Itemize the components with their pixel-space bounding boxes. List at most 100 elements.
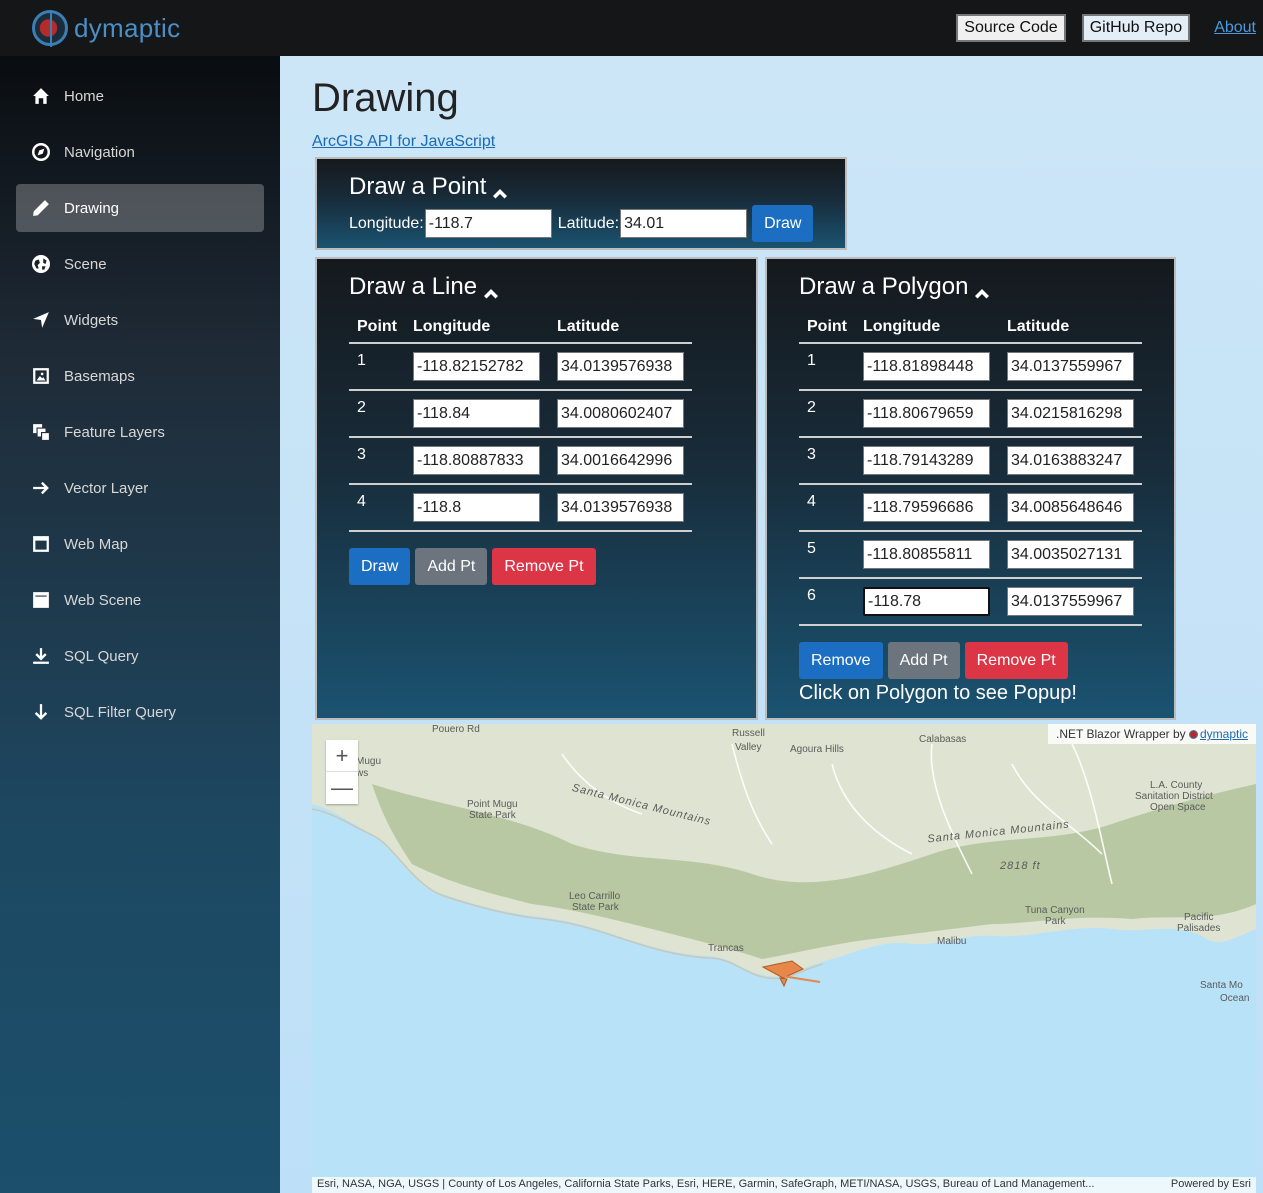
latitude-cell — [999, 578, 1142, 626]
sidebar-item-web-map[interactable]: Web Map — [16, 520, 264, 568]
panel-title-text: Draw a Polygon — [799, 273, 969, 300]
sidebar-item-drawing[interactable]: Drawing — [16, 184, 264, 232]
sidebar-item-label: Basemaps — [64, 367, 135, 385]
line-longitude-input[interactable] — [413, 399, 540, 428]
credit-text: .NET Blazor Wrapper by — [1056, 727, 1189, 741]
point-number: 4 — [349, 484, 405, 532]
zoom-out-button[interactable]: — — [326, 772, 358, 804]
map-label: Malibu — [937, 936, 967, 947]
point-header: Point — [799, 311, 855, 344]
line-latitude-input[interactable] — [557, 352, 684, 381]
table-row: 5 — [799, 531, 1142, 579]
attribution-text: Esri, NASA, NGA, USGS | County of Los An… — [317, 1178, 1095, 1190]
longitude-cell — [405, 390, 549, 438]
line-longitude-input[interactable] — [413, 446, 540, 475]
point-number: 1 — [349, 343, 405, 391]
compass-icon — [32, 143, 50, 161]
sidebar-item-basemaps[interactable]: Basemaps — [16, 352, 264, 400]
map-credit: .NET Blazor Wrapper by dymaptic — [1048, 724, 1256, 744]
sidebar-item-sql-query[interactable]: SQL Query — [16, 632, 264, 680]
table-row: 4 — [349, 484, 692, 532]
longitude-cell — [855, 531, 999, 579]
point-number: 5 — [799, 531, 855, 579]
polygon-longitude-input[interactable] — [863, 540, 990, 569]
polygon-latitude-input[interactable] — [1007, 399, 1134, 428]
latitude-header: Latitude — [549, 311, 692, 344]
sidebar-item-label: Feature Layers — [64, 423, 165, 441]
latitude-cell — [549, 484, 692, 532]
draw-line-button[interactable]: Draw — [349, 548, 411, 585]
line-latitude-input[interactable] — [557, 399, 684, 428]
draw-point-button[interactable]: Draw — [752, 205, 814, 242]
latitude-cell — [999, 390, 1142, 438]
map-label: Park — [1045, 916, 1066, 927]
polygon-longitude-input[interactable] — [863, 399, 990, 428]
longitude-cell — [855, 437, 999, 485]
sidebar: dymaptic Home Navigation Drawing Scene W… — [0, 0, 280, 1193]
sidebar-item-widgets[interactable]: Widgets — [16, 296, 264, 344]
line-longitude-input[interactable] — [413, 493, 540, 522]
line-latitude-input[interactable] — [557, 493, 684, 522]
draw-line-title[interactable]: Draw a Line — [349, 273, 499, 301]
browser-filled-icon — [32, 591, 50, 609]
line-longitude-input[interactable] — [413, 352, 540, 381]
map-label: 2818 ft — [1000, 860, 1041, 872]
point-longitude-input[interactable] — [424, 209, 552, 238]
latitude-cell — [999, 343, 1142, 391]
sidebar-item-navigation[interactable]: Navigation — [16, 128, 264, 176]
remove-polygon-point-button[interactable]: Remove Pt — [964, 642, 1068, 679]
sidebar-item-feature-layers[interactable]: Feature Layers — [16, 408, 264, 456]
line-latitude-input[interactable] — [557, 446, 684, 475]
point-latitude-input[interactable] — [620, 209, 748, 238]
polygon-latitude-input[interactable] — [1007, 587, 1134, 616]
arcgis-api-link[interactable]: ArcGIS API for JavaScript — [312, 133, 495, 151]
remove-line-point-button[interactable]: Remove Pt — [492, 548, 596, 585]
table-row: 3 — [799, 437, 1142, 485]
about-link[interactable]: About — [1214, 19, 1256, 37]
remove-polygon-button[interactable]: Remove — [799, 642, 883, 679]
point-number: 2 — [349, 390, 405, 438]
source-code-button[interactable]: Source Code — [956, 14, 1066, 42]
brand[interactable]: dymaptic — [0, 0, 280, 56]
longitude-cell — [855, 343, 999, 391]
line-button-row: Draw Add Pt Remove Pt — [349, 548, 596, 585]
polygon-longitude-input[interactable] — [863, 446, 990, 475]
top-bar: Source Code GitHub Repo About — [280, 0, 1263, 56]
polygon-latitude-input[interactable] — [1007, 493, 1134, 522]
sidebar-item-sql-filter-query[interactable]: SQL Filter Query — [16, 688, 264, 736]
sidebar-item-vector-layer[interactable]: Vector Layer — [16, 464, 264, 512]
map-label: State Park — [469, 810, 516, 821]
map-label: State Park — [572, 902, 619, 913]
latitude-cell — [549, 437, 692, 485]
map-label: Agoura Hills — [790, 744, 844, 755]
polygon-button-row: Remove Add Pt Remove Pt — [799, 642, 1068, 679]
sidebar-item-scene[interactable]: Scene — [16, 240, 264, 288]
chevron-up-icon — [974, 279, 990, 299]
longitude-cell — [855, 578, 999, 626]
polygon-latitude-input[interactable] — [1007, 352, 1134, 381]
polygon-latitude-input[interactable] — [1007, 446, 1134, 475]
polygon-longitude-input[interactable] — [863, 587, 990, 616]
add-polygon-point-button[interactable]: Add Pt — [887, 642, 960, 679]
map-view[interactable]: Pouero Rd Russell Valley Agoura Hills Ca… — [312, 724, 1256, 1193]
zoom-in-button[interactable]: + — [326, 740, 358, 772]
brand-name: dymaptic — [74, 12, 181, 43]
sidebar-item-web-scene[interactable]: Web Scene — [16, 576, 264, 624]
map-canvas — [312, 724, 1256, 1193]
panel-title-text: Draw a Line — [349, 273, 478, 300]
sidebar-item-home[interactable]: Home — [16, 72, 264, 120]
chevron-up-icon — [492, 179, 508, 199]
polygon-longitude-input[interactable] — [863, 493, 990, 522]
point-number: 2 — [799, 390, 855, 438]
longitude-label: Longitude: — [349, 214, 424, 232]
polygon-longitude-input[interactable] — [863, 352, 990, 381]
powered-by-esri[interactable]: Powered by Esri — [1171, 1178, 1251, 1192]
map-attribution: Esri, NASA, NGA, USGS | County of Los An… — [312, 1177, 1256, 1193]
polygon-latitude-input[interactable] — [1007, 540, 1134, 569]
dymaptic-link[interactable]: dymaptic — [1200, 727, 1248, 741]
draw-point-title[interactable]: Draw a Point — [349, 173, 508, 201]
latitude-cell — [549, 343, 692, 391]
github-repo-button[interactable]: GitHub Repo — [1081, 14, 1191, 42]
add-line-point-button[interactable]: Add Pt — [415, 548, 488, 585]
draw-polygon-title[interactable]: Draw a Polygon — [799, 273, 990, 301]
